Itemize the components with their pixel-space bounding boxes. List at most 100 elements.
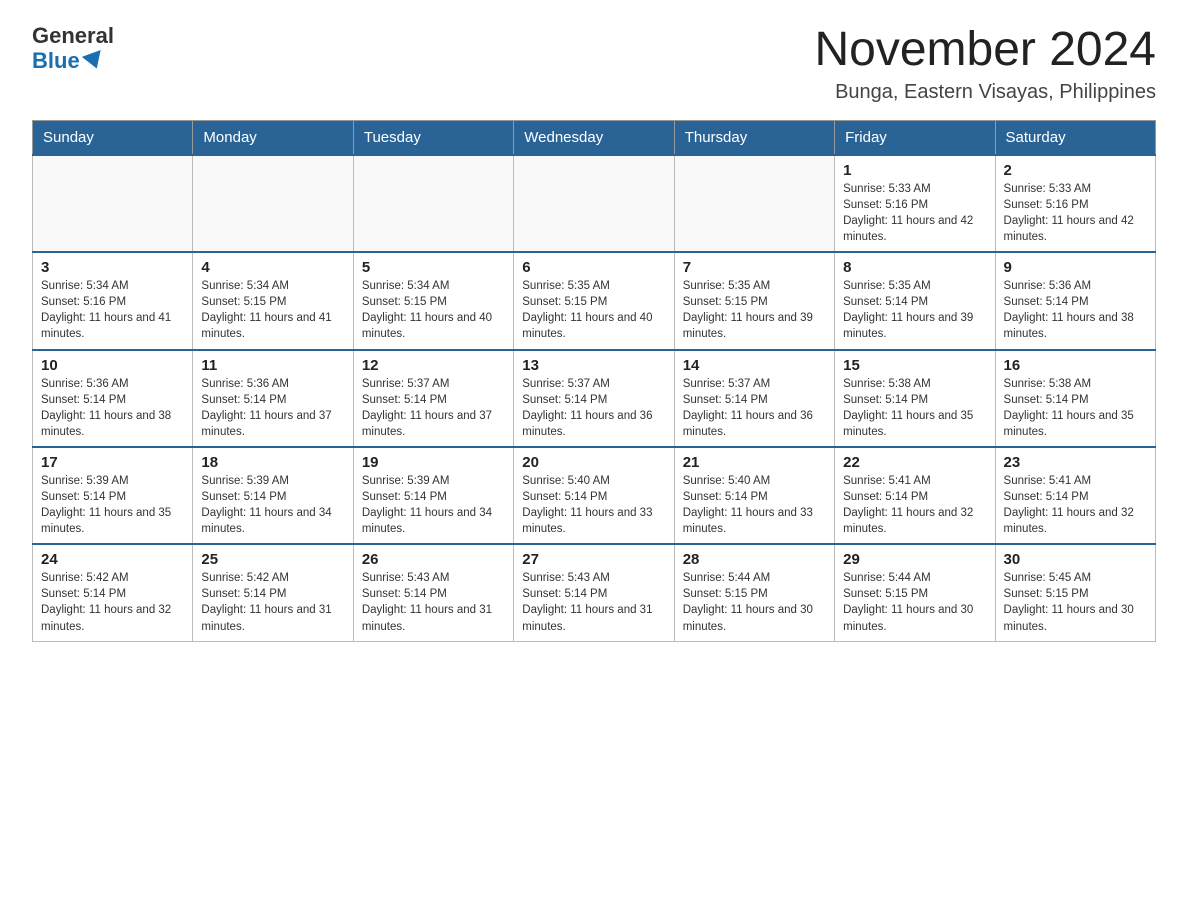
day-info: Sunrise: 5:40 AMSunset: 5:14 PMDaylight:… <box>683 473 826 537</box>
calendar-cell: 8Sunrise: 5:35 AMSunset: 5:14 PMDaylight… <box>835 252 995 349</box>
day-info: Sunrise: 5:39 AMSunset: 5:14 PMDaylight:… <box>41 473 184 537</box>
weekday-header-thursday: Thursday <box>674 120 834 155</box>
day-info: Sunrise: 5:36 AMSunset: 5:14 PMDaylight:… <box>41 376 184 440</box>
calendar-cell: 15 Sunrise: 5:38 AMSunset: 5:14 PMDayligh… <box>835 350 995 447</box>
day-number: 11 <box>201 357 344 374</box>
calendar-cell: 29Sunrise: 5:44 AMSunset: 5:15 PMDayligh… <box>835 544 995 641</box>
calendar-cell: 6 Sunrise: 5:35 AMSunset: 5:15 PMDaylight… <box>514 252 674 349</box>
calendar-table: SundayMondayTuesdayWednesdayThursdayFrid… <box>32 120 1156 642</box>
calendar-cell <box>514 155 674 252</box>
day-info: Sunrise: 5:44 AMSunset: 5:15 PMDaylight:… <box>683 570 826 634</box>
day-info: Sunrise: 5:37 AMSunset: 5:14 PMDaylight:… <box>683 376 826 440</box>
week-row-2: 3 Sunrise: 5:34 AMSunset: 5:16 PMDaylight… <box>33 252 1156 349</box>
title-block: November 2024 Bunga, Eastern Visayas, Ph… <box>814 24 1156 104</box>
calendar-cell: 19 Sunrise: 5:39 AMSunset: 5:14 PMDayligh… <box>353 447 513 544</box>
day-number: 19 <box>362 454 505 471</box>
calendar-cell: 4Sunrise: 5:34 AMSunset: 5:15 PMDaylight… <box>193 252 353 349</box>
calendar-cell <box>353 155 513 252</box>
day-info: Sunrise: 5:37 AMSunset: 5:14 PMDaylight:… <box>522 376 665 440</box>
calendar-cell: 17 Sunrise: 5:39 AMSunset: 5:14 PMDayligh… <box>33 447 193 544</box>
day-info: Sunrise: 5:36 AMSunset: 5:14 PMDaylight:… <box>1004 278 1147 342</box>
day-number: 29 <box>843 551 986 568</box>
day-info: Sunrise: 5:43 AMSunset: 5:14 PMDaylight:… <box>522 570 665 634</box>
day-info: Sunrise: 5:42 AMSunset: 5:14 PMDaylight:… <box>201 570 344 634</box>
day-number: 20 <box>522 454 665 471</box>
location-text: Bunga, Eastern Visayas, Philippines <box>814 81 1156 104</box>
calendar-cell: 16 Sunrise: 5:38 AMSunset: 5:14 PMDayligh… <box>995 350 1155 447</box>
week-row-4: 17 Sunrise: 5:39 AMSunset: 5:14 PMDayligh… <box>33 447 1156 544</box>
calendar-cell: 21 Sunrise: 5:40 AMSunset: 5:14 PMDayligh… <box>674 447 834 544</box>
calendar-cell: 18Sunrise: 5:39 AMSunset: 5:14 PMDayligh… <box>193 447 353 544</box>
day-number: 6 <box>522 259 665 276</box>
day-number: 2 <box>1004 162 1147 179</box>
day-number: 5 <box>362 259 505 276</box>
calendar-cell: 14 Sunrise: 5:37 AMSunset: 5:14 PMDayligh… <box>674 350 834 447</box>
day-number: 13 <box>522 357 665 374</box>
day-number: 27 <box>522 551 665 568</box>
calendar-cell: 5Sunrise: 5:34 AMSunset: 5:15 PMDaylight… <box>353 252 513 349</box>
day-number: 9 <box>1004 259 1147 276</box>
calendar-cell: 25Sunrise: 5:42 AMSunset: 5:14 PMDayligh… <box>193 544 353 641</box>
logo-general-text: General <box>32 24 114 48</box>
day-number: 10 <box>41 357 184 374</box>
day-number: 28 <box>683 551 826 568</box>
day-info: Sunrise: 5:45 AMSunset: 5:15 PMDaylight:… <box>1004 570 1147 634</box>
day-info: Sunrise: 5:43 AMSunset: 5:14 PMDaylight:… <box>362 570 505 634</box>
calendar-cell: 20Sunrise: 5:40 AMSunset: 5:14 PMDayligh… <box>514 447 674 544</box>
day-number: 14 <box>683 357 826 374</box>
day-info: Sunrise: 5:34 AMSunset: 5:16 PMDaylight:… <box>41 278 184 342</box>
logo: General Blue <box>32 24 114 74</box>
day-number: 1 <box>843 162 986 179</box>
day-info: Sunrise: 5:35 AMSunset: 5:15 PMDaylight:… <box>522 278 665 342</box>
calendar-cell: 24 Sunrise: 5:42 AMSunset: 5:14 PMDayligh… <box>33 544 193 641</box>
weekday-header-saturday: Saturday <box>995 120 1155 155</box>
calendar-cell: 26 Sunrise: 5:43 AMSunset: 5:14 PMDayligh… <box>353 544 513 641</box>
calendar-cell: 7Sunrise: 5:35 AMSunset: 5:15 PMDaylight… <box>674 252 834 349</box>
day-info: Sunrise: 5:34 AMSunset: 5:15 PMDaylight:… <box>201 278 344 342</box>
month-title: November 2024 <box>814 24 1156 77</box>
day-number: 15 <box>843 357 986 374</box>
calendar-cell: 30 Sunrise: 5:45 AMSunset: 5:15 PMDayligh… <box>995 544 1155 641</box>
day-info: Sunrise: 5:33 AMSunset: 5:16 PMDaylight:… <box>1004 181 1147 245</box>
day-number: 12 <box>362 357 505 374</box>
day-info: Sunrise: 5:33 AMSunset: 5:16 PMDaylight:… <box>843 181 986 245</box>
calendar-cell: 3 Sunrise: 5:34 AMSunset: 5:16 PMDaylight… <box>33 252 193 349</box>
week-row-3: 10 Sunrise: 5:36 AMSunset: 5:14 PMDayligh… <box>33 350 1156 447</box>
day-info: Sunrise: 5:38 AMSunset: 5:14 PMDaylight:… <box>843 376 986 440</box>
calendar-cell: 22Sunrise: 5:41 AMSunset: 5:14 PMDayligh… <box>835 447 995 544</box>
calendar-cell: 11 Sunrise: 5:36 AMSunset: 5:14 PMDayligh… <box>193 350 353 447</box>
calendar-cell: 13 Sunrise: 5:37 AMSunset: 5:14 PMDayligh… <box>514 350 674 447</box>
week-row-1: 1 Sunrise: 5:33 AMSunset: 5:16 PMDaylight… <box>33 155 1156 252</box>
day-number: 7 <box>683 259 826 276</box>
day-info: Sunrise: 5:41 AMSunset: 5:14 PMDaylight:… <box>1004 473 1147 537</box>
day-number: 17 <box>41 454 184 471</box>
calendar-cell <box>193 155 353 252</box>
weekday-header-tuesday: Tuesday <box>353 120 513 155</box>
day-number: 26 <box>362 551 505 568</box>
calendar-cell: 12Sunrise: 5:37 AMSunset: 5:14 PMDayligh… <box>353 350 513 447</box>
day-info: Sunrise: 5:39 AMSunset: 5:14 PMDaylight:… <box>362 473 505 537</box>
calendar-header-row: SundayMondayTuesdayWednesdayThursdayFrid… <box>33 120 1156 155</box>
calendar-cell: 10 Sunrise: 5:36 AMSunset: 5:14 PMDayligh… <box>33 350 193 447</box>
calendar-cell: 1 Sunrise: 5:33 AMSunset: 5:16 PMDaylight… <box>835 155 995 252</box>
calendar-cell <box>674 155 834 252</box>
day-info: Sunrise: 5:35 AMSunset: 5:14 PMDaylight:… <box>843 278 986 342</box>
day-number: 24 <box>41 551 184 568</box>
calendar-cell: 23 Sunrise: 5:41 AMSunset: 5:14 PMDayligh… <box>995 447 1155 544</box>
day-info: Sunrise: 5:39 AMSunset: 5:14 PMDaylight:… <box>201 473 344 537</box>
day-info: Sunrise: 5:36 AMSunset: 5:14 PMDaylight:… <box>201 376 344 440</box>
calendar-cell: 9 Sunrise: 5:36 AMSunset: 5:14 PMDaylight… <box>995 252 1155 349</box>
day-info: Sunrise: 5:42 AMSunset: 5:14 PMDaylight:… <box>41 570 184 634</box>
day-number: 23 <box>1004 454 1147 471</box>
calendar-cell: 2 Sunrise: 5:33 AMSunset: 5:16 PMDaylight… <box>995 155 1155 252</box>
weekday-header-friday: Friday <box>835 120 995 155</box>
day-number: 3 <box>41 259 184 276</box>
weekday-header-sunday: Sunday <box>33 120 193 155</box>
day-info: Sunrise: 5:38 AMSunset: 5:14 PMDaylight:… <box>1004 376 1147 440</box>
logo-triangle-icon <box>82 50 106 72</box>
page-header: General Blue November 2024 Bunga, Easter… <box>32 24 1156 104</box>
weekday-header-wednesday: Wednesday <box>514 120 674 155</box>
day-number: 30 <box>1004 551 1147 568</box>
day-number: 16 <box>1004 357 1147 374</box>
day-number: 21 <box>683 454 826 471</box>
